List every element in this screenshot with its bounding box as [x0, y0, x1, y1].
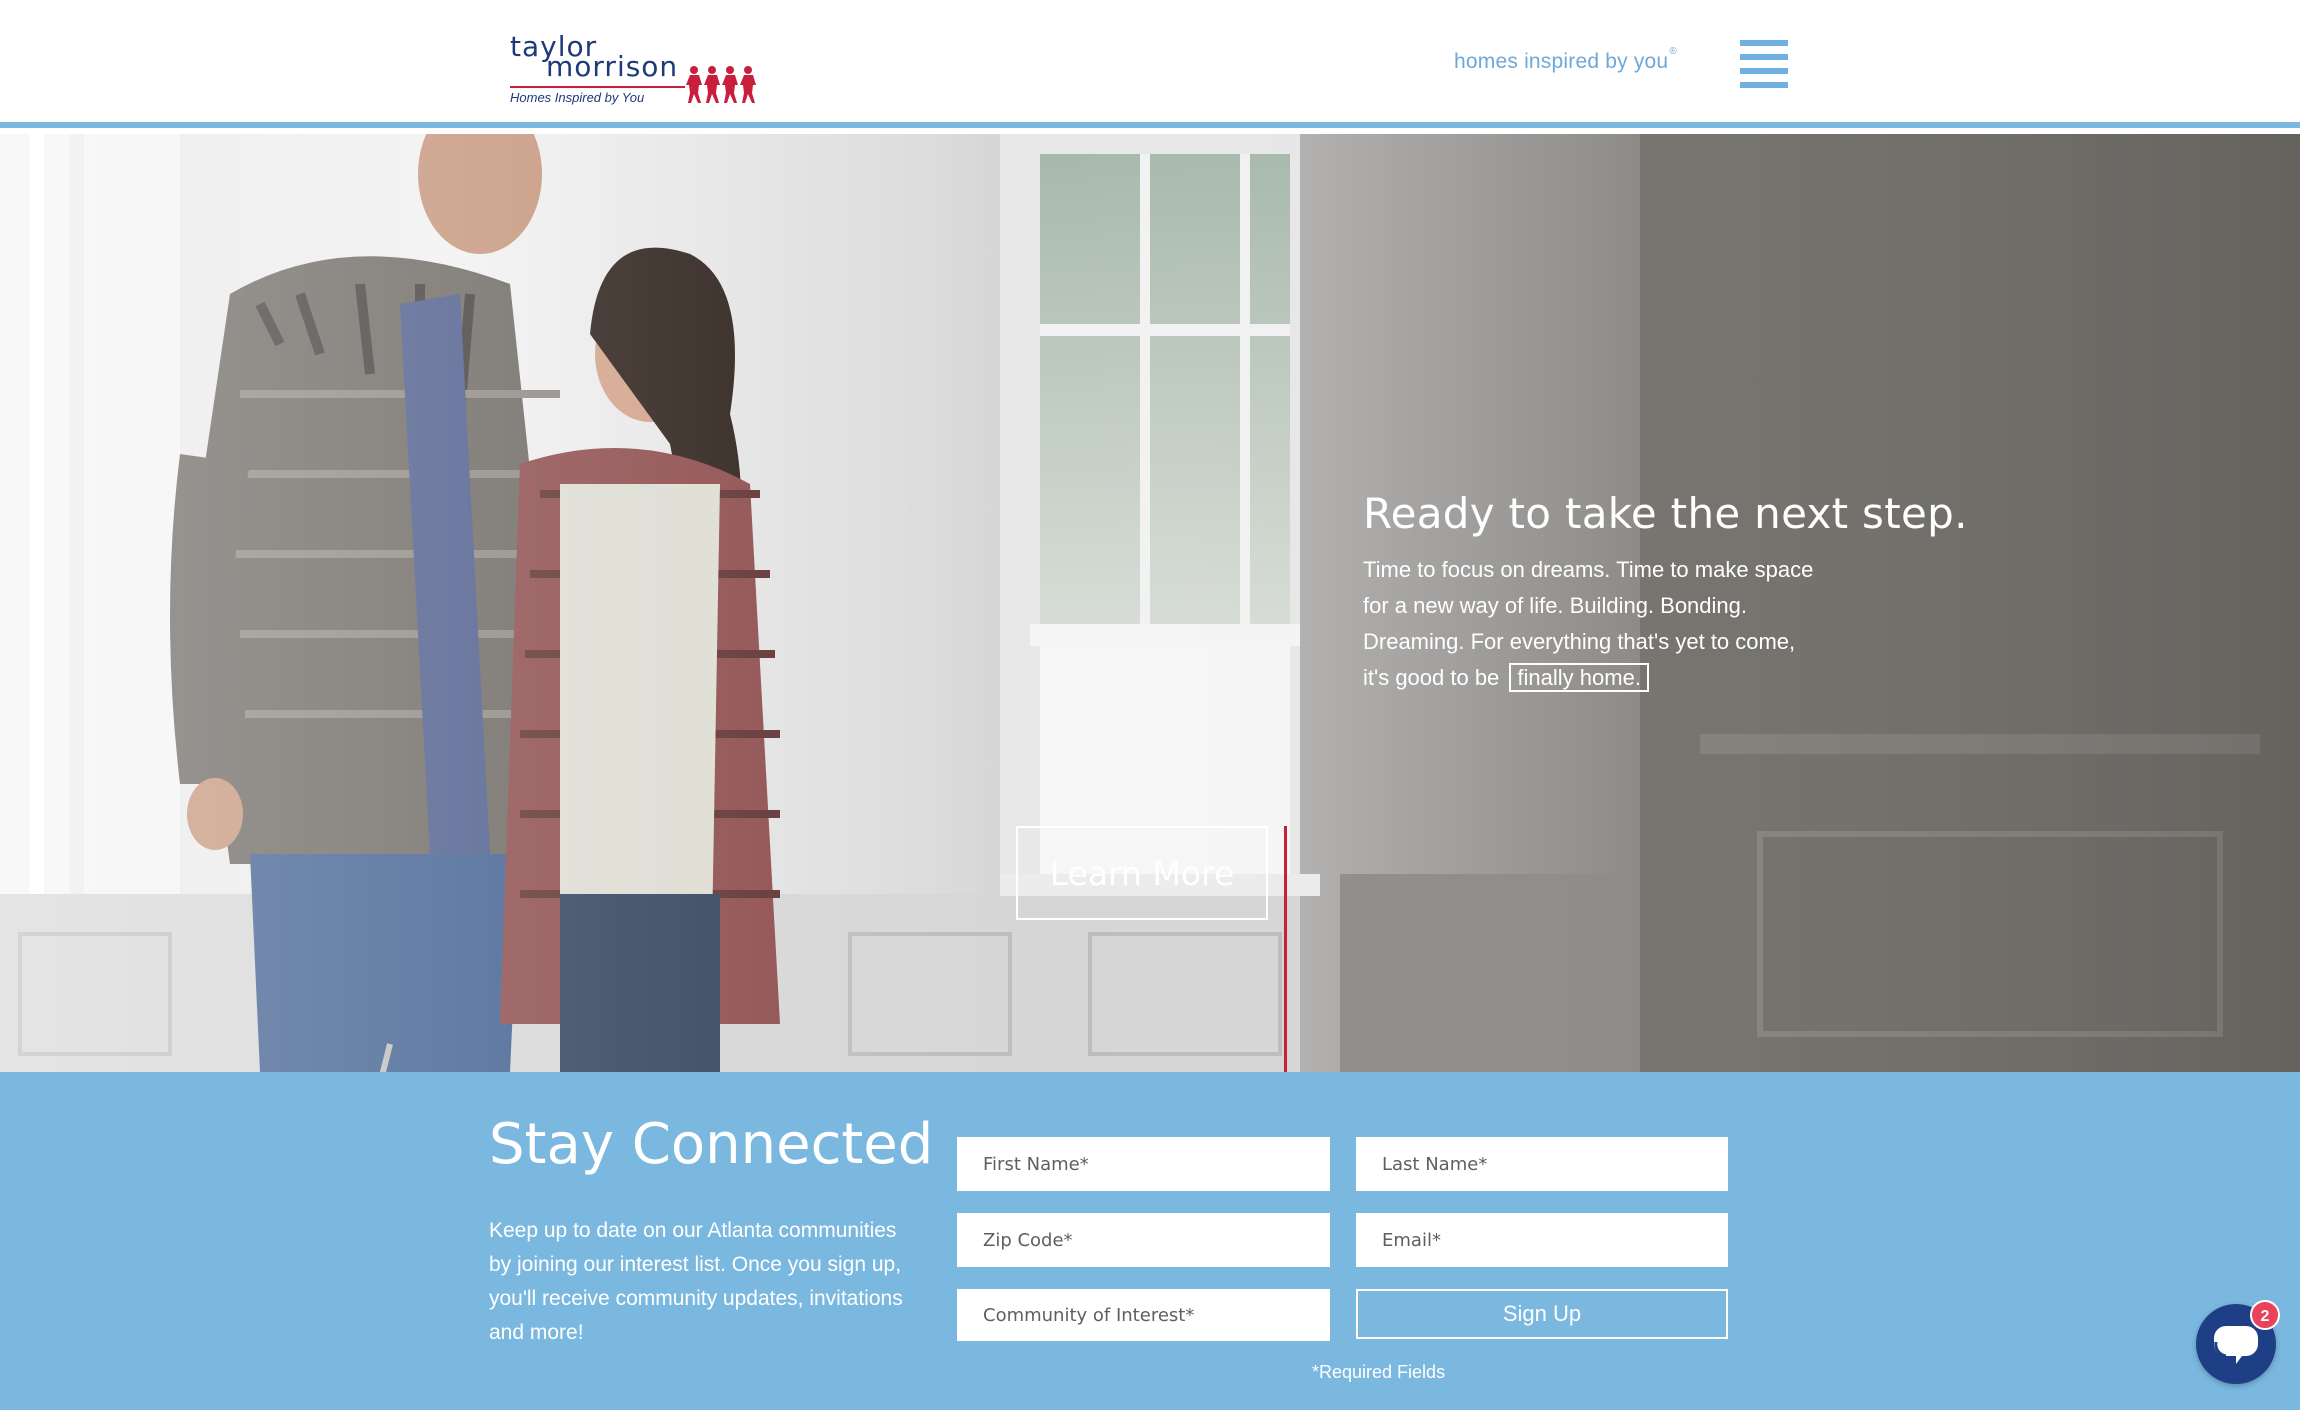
required-fields-note: *Required Fields: [1312, 1362, 1446, 1382]
stay-connected-title: Stay Connected: [489, 1112, 934, 1177]
chat-bubble-icon: [2214, 1326, 2258, 1364]
header-tagline: homes inspired by you®: [1454, 46, 1677, 74]
community-of-interest-field[interactable]: [957, 1289, 1330, 1341]
hero-body-line: Dreaming. For everything that's yet to c…: [1363, 629, 1796, 654]
taylor-morrison-logo[interactable]: taylor morrison Homes Inspired by You: [508, 30, 760, 110]
email-field[interactable]: [1356, 1213, 1728, 1267]
logo-rule: [510, 86, 685, 88]
hero-body-line: for a new way of life. Building. Bonding…: [1363, 593, 1748, 618]
menu-icon[interactable]: [1740, 40, 1788, 88]
logo-people-icon: [686, 66, 756, 103]
first-name-field[interactable]: [957, 1137, 1330, 1191]
hero-title: Ready to take the next step.: [1363, 489, 1968, 538]
stay-connected-description: Keep up to date on our Atlanta communiti…: [489, 1219, 903, 1344]
hero-body: Time to focus on dreams. Time to make sp…: [1363, 552, 1963, 696]
menu-bar: [1740, 40, 1788, 46]
zip-code-field[interactable]: [957, 1213, 1330, 1267]
stay-connected-section: Stay Connected Keep up to date on our At…: [0, 1072, 2300, 1410]
menu-bar: [1740, 82, 1788, 88]
hero-body-line: it's good to be: [1363, 665, 1500, 690]
hero-banner: Ready to take the next step. Time to foc…: [0, 134, 2300, 1072]
sign-up-button[interactable]: Sign Up: [1356, 1289, 1728, 1339]
hero-body-line: Time to focus on dreams. Time to make sp…: [1363, 557, 1814, 582]
chat-launcher-button[interactable]: 2: [2196, 1300, 2280, 1384]
menu-bar: [1740, 54, 1788, 60]
finally-home-link[interactable]: finally home.: [1509, 663, 1649, 692]
registered-mark: ®: [1669, 46, 1677, 57]
menu-bar: [1740, 68, 1788, 74]
hero-body-line-last: it's good to be finally home.: [1363, 660, 1963, 696]
logo-tagline: Homes Inspired by You: [510, 90, 645, 105]
site-header: taylor morrison Homes Inspired by You ho…: [0, 0, 2300, 128]
accent-divider: [1284, 826, 1287, 1072]
learn-more-button[interactable]: Learn More: [1016, 826, 1268, 920]
chat-notification-badge: 2: [2250, 1300, 2280, 1330]
header-tagline-text: homes inspired by you: [1454, 50, 1669, 73]
logo-word-morrison: morrison: [546, 50, 679, 83]
last-name-field[interactable]: [1356, 1137, 1728, 1191]
hero-text: Ready to take the next step. Time to foc…: [1363, 489, 1968, 696]
